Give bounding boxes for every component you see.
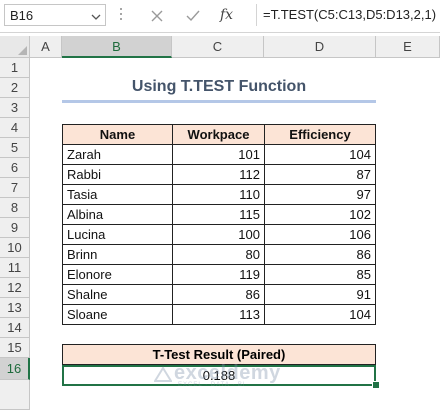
row-header-8[interactable]: 8 [0, 198, 30, 218]
table-cell-name[interactable]: Sloane [62, 304, 173, 325]
fill-handle[interactable] [372, 381, 380, 389]
table-cell-workpace[interactable]: 115 [172, 204, 265, 225]
close-icon[interactable] [146, 5, 168, 27]
table-cell-efficiency[interactable]: 104 [264, 304, 376, 325]
column-header-d[interactable]: D [264, 36, 376, 58]
insert-function-button[interactable]: fx [220, 5, 242, 27]
table-cell-workpace[interactable]: 112 [172, 164, 265, 185]
table-cell-name[interactable]: Lucina [62, 224, 173, 245]
table-header-name[interactable]: Name [62, 124, 173, 145]
row-header-17[interactable] [0, 380, 30, 410]
table-cell-name[interactable]: Shalne [62, 284, 173, 305]
table-cell-workpace[interactable]: 113 [172, 304, 265, 325]
title-underline [62, 100, 376, 103]
row-header-9[interactable]: 9 [0, 218, 30, 238]
table-cell-efficiency[interactable]: 102 [264, 204, 376, 225]
watermark-logo: exceldemy EXCEL · DATA · BI [152, 360, 302, 390]
column-header-a[interactable]: A [30, 36, 62, 58]
table-cell-workpace[interactable]: 100 [172, 224, 265, 245]
row-header-7[interactable]: 7 [0, 178, 30, 198]
row-header-10[interactable]: 10 [0, 238, 30, 258]
table-cell-name[interactable]: Tasia [62, 184, 173, 205]
formula-text: =T.TEST(C5:C13,D5:D13,2,1) [263, 7, 437, 22]
column-header-e[interactable]: E [376, 36, 440, 58]
row-header-11[interactable]: 11 [0, 258, 30, 278]
select-all-button[interactable] [0, 36, 30, 58]
sheet-title: Using T.TEST Function [131, 78, 307, 95]
table-cell-name[interactable]: Zarah [62, 144, 173, 165]
row-header-2[interactable]: 2 [0, 78, 30, 98]
table-cell-workpace[interactable]: 80 [172, 244, 265, 265]
table-cell-workpace[interactable]: 86 [172, 284, 265, 305]
table-cell-efficiency[interactable]: 97 [264, 184, 376, 205]
chevron-down-icon[interactable] [91, 9, 101, 27]
row-header-15[interactable]: 15 [0, 338, 30, 358]
table-cell-workpace[interactable]: 110 [172, 184, 265, 205]
table-cell-name[interactable]: Brinn [62, 244, 173, 265]
table-cell-name[interactable]: Albina [62, 204, 173, 225]
row-header-1[interactable]: 1 [0, 58, 30, 78]
name-box-value: B16 [10, 8, 34, 23]
row-header-14[interactable]: 14 [0, 318, 30, 338]
column-header-b[interactable]: B [62, 36, 172, 58]
watermark-subtitle: EXCEL · DATA · BI [178, 382, 246, 388]
table-cell-efficiency[interactable]: 87 [264, 164, 376, 185]
table-cell-name[interactable]: Rabbi [62, 164, 173, 185]
column-header-c[interactable]: C [172, 36, 264, 58]
table-cell-efficiency[interactable]: 86 [264, 244, 376, 265]
table-cell-efficiency[interactable]: 104 [264, 144, 376, 165]
table-cell-efficiency[interactable]: 91 [264, 284, 376, 305]
table-cell-workpace[interactable]: 101 [172, 144, 265, 165]
table-cell-efficiency[interactable]: 106 [264, 224, 376, 245]
table-cell-efficiency[interactable]: 85 [264, 264, 376, 285]
table-header-efficiency[interactable]: Efficiency [264, 124, 376, 145]
formula-input[interactable]: =T.TEST(C5:C13,D5:D13,2,1) [256, 4, 436, 26]
row-header-12[interactable]: 12 [0, 278, 30, 298]
row-header-13[interactable]: 13 [0, 298, 30, 318]
drag-handle-icon[interactable] [119, 8, 123, 24]
name-box[interactable]: B16 [4, 4, 106, 26]
row-header-4[interactable]: 4 [0, 118, 30, 138]
row-header-3[interactable]: 3 [0, 98, 30, 118]
table-cell-workpace[interactable]: 119 [172, 264, 265, 285]
check-icon[interactable] [182, 5, 204, 27]
row-header-6[interactable]: 6 [0, 158, 30, 178]
table-cell-name[interactable]: Elonore [62, 264, 173, 285]
row-header-5[interactable]: 5 [0, 138, 30, 158]
table-header-workpace[interactable]: Workpace [172, 124, 265, 145]
row-header-16[interactable]: 16 [0, 358, 30, 380]
formula-bar: B16 fx =T.TEST(C5:C13,D5:D13,2,1) [0, 0, 440, 33]
